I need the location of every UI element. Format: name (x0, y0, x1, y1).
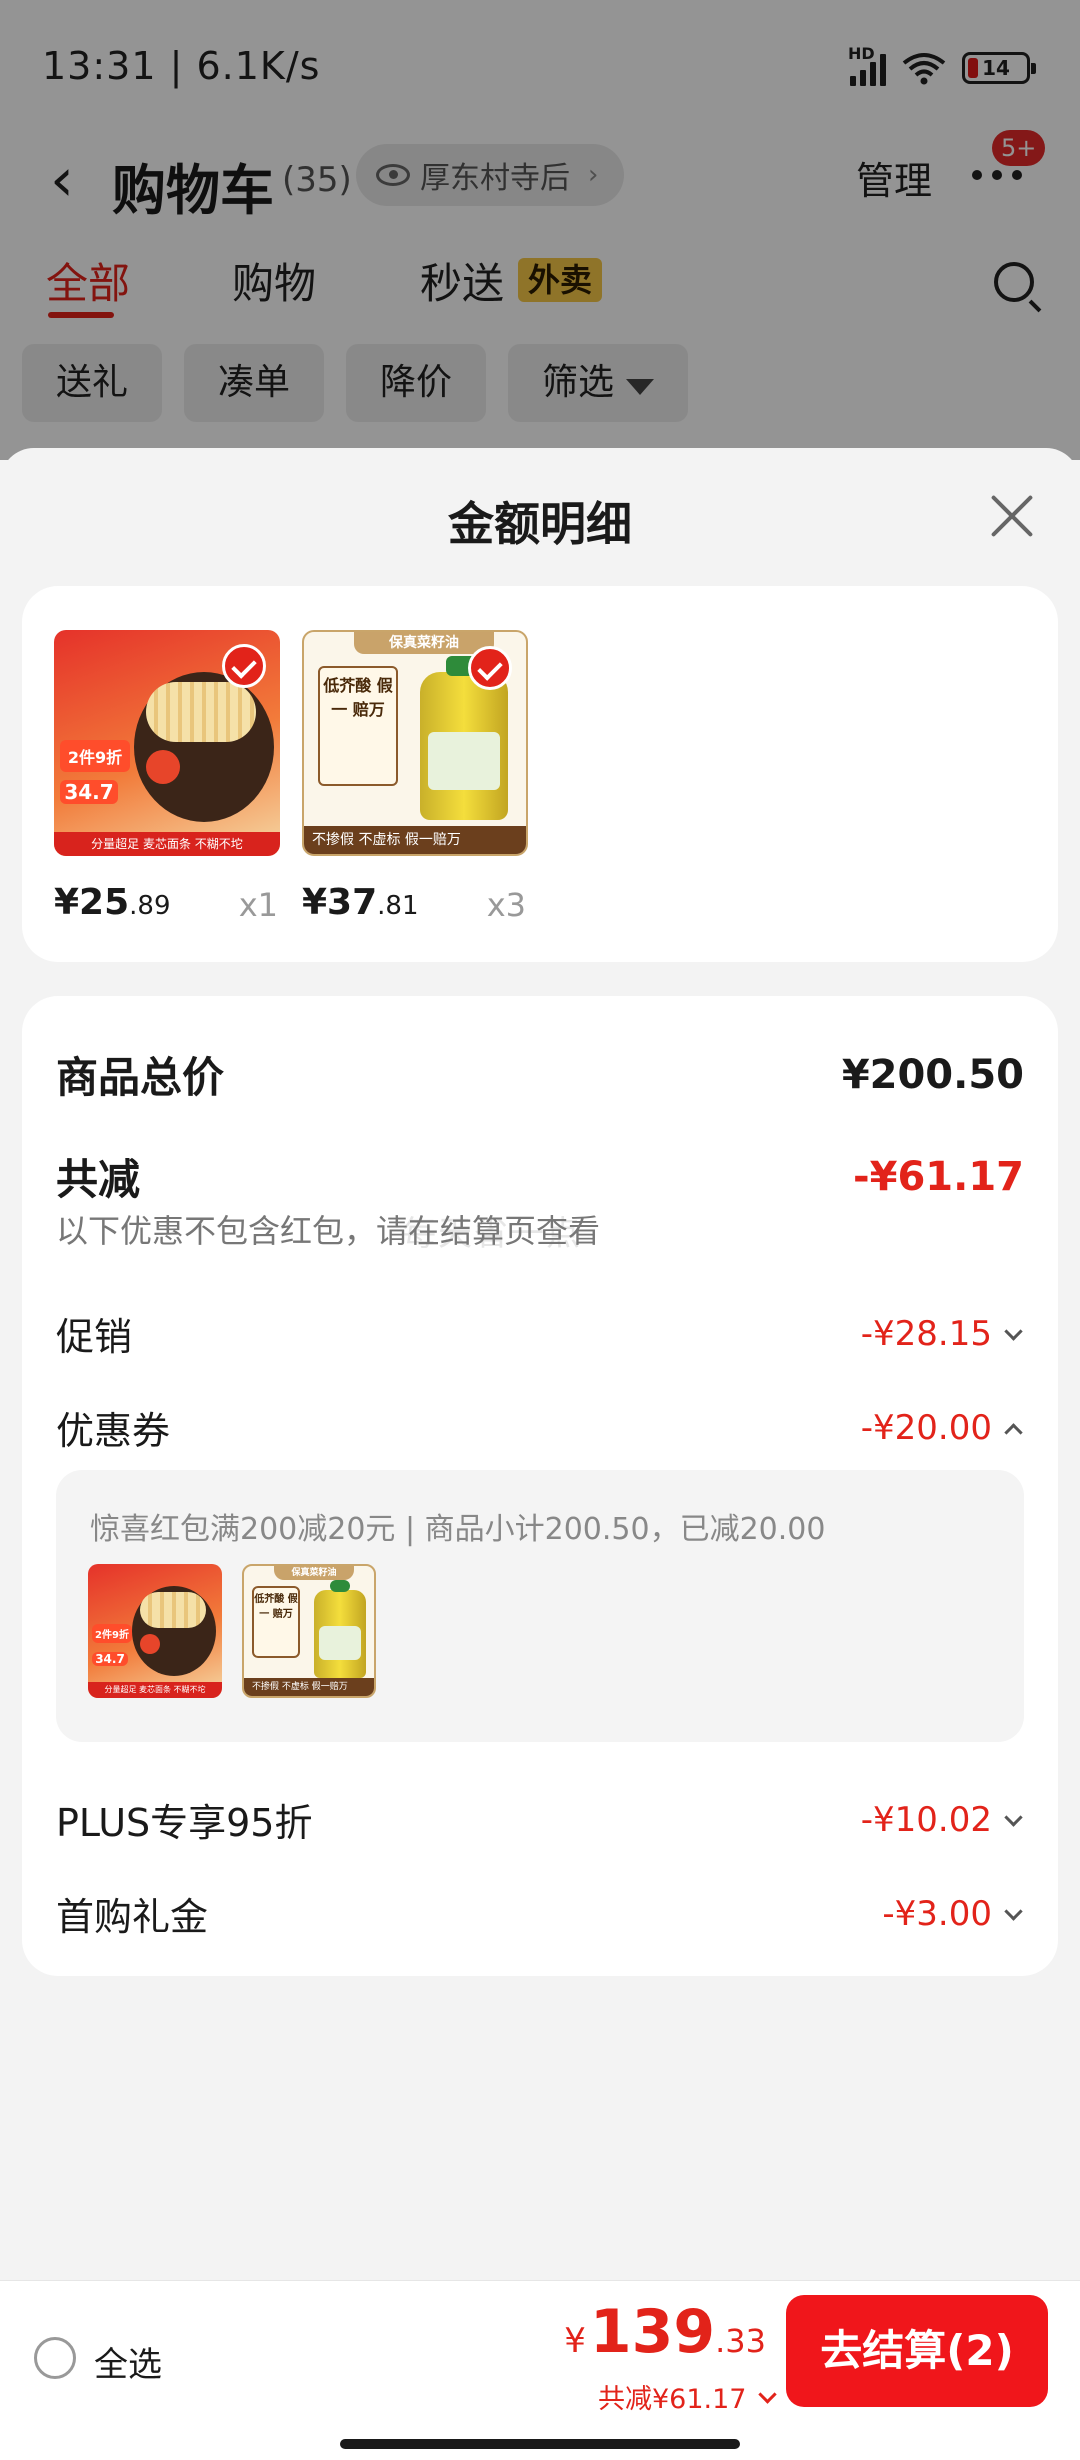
total-decimal: .33 (715, 2322, 766, 2360)
product-stamp: 低芥酸 假一 赔万 (252, 1586, 300, 1658)
chevron-down-icon (1002, 1903, 1024, 1925)
first-purchase-value: -¥3.00 (882, 1893, 992, 1934)
total-reduction-row: 共减 -¥61.17 (56, 1146, 1024, 1207)
total-price-label: 商品总价 (56, 1053, 225, 1102)
product-tag: 2件9折 (60, 740, 130, 772)
product-quantity: x1 (238, 886, 278, 924)
product-image-footer: 不掺假 不虚标 假一赔万 (304, 826, 526, 854)
check-icon (222, 644, 266, 688)
sheet-title: 金额明细 (448, 497, 632, 551)
total-reduction-text: 共减¥61.17 (598, 2384, 747, 2415)
chevron-down-icon (1002, 1809, 1024, 1831)
coupon-detail-text: 惊喜红包满200减20元 | 商品小计200.50，已减20.00 (90, 1512, 826, 1547)
product-banner: 保真菜籽油 (274, 1566, 354, 1580)
check-icon (468, 646, 512, 690)
promotion-label: 促销 (56, 1315, 133, 1359)
home-indicator[interactable] (340, 2439, 740, 2449)
promotion-row[interactable]: 促销 -¥28.15 (56, 1306, 1024, 1361)
price-decimal: .89 (129, 891, 171, 921)
product-banner: 保真菜籽油 (354, 632, 494, 654)
product-item[interactable]: 2件9折 34.7 分量超足 麦芯面条 不糊不坨 ¥25 .89 x1 (54, 630, 280, 924)
checkout-bar: 全选 ¥ 139 .33 共减¥61.17 去结算(2) (0, 2280, 1080, 2460)
price-main: ¥37 (302, 882, 378, 923)
product-price-tag: 34.7 (92, 1652, 128, 1666)
total-reduction-value: -¥61.17 (853, 1153, 1024, 1200)
selected-products-card: 2件9折 34.7 分量超足 麦芯面条 不糊不坨 ¥25 .89 x1 保真菜籽… (22, 586, 1058, 962)
total-reduction-toggle[interactable]: 共减¥61.17 (598, 2377, 778, 2416)
product-price-tag: 34.7 (60, 780, 118, 804)
discount-note: 以下优惠不包含红包，请在结算页查看 (56, 1212, 601, 1250)
product-quantity: x3 (486, 886, 526, 924)
product-price: ¥37 .81 x3 (302, 882, 528, 924)
price-main: ¥25 (54, 882, 130, 923)
price-decimal: .81 (377, 891, 419, 921)
product-tag: 2件9折 (92, 1624, 132, 1643)
coupon-row[interactable]: 优惠券 -¥20.00 (56, 1400, 1024, 1455)
product-image-oil: 保真菜籽油 低芥酸 假一 赔万 不掺假 不虚标 假一赔万 (302, 630, 528, 856)
total-price-row: 商品总价 ¥200.50 (56, 1044, 1024, 1105)
total-reduction-label: 共减 (56, 1155, 141, 1204)
total-integer: 139 (589, 2297, 716, 2367)
total-price-value: ¥200.50 (841, 1051, 1024, 1098)
coupon-product-thumb-oil: 保真菜籽油 低芥酸 假一 赔万 不掺假 不虚标 假一赔万 (242, 1564, 376, 1698)
dim-overlay[interactable] (0, 0, 1080, 460)
product-stamp: 低芥酸 假一 赔万 (318, 666, 398, 786)
amount-detail-sheet: 金额明细 2件9折 34.7 分量超足 麦芯面条 不糊不坨 ¥25 .89 x1… (0, 448, 1080, 2280)
product-image-footer: 分量超足 麦芯面条 不糊不坨 (88, 1682, 222, 1698)
promotion-value: -¥28.15 (860, 1313, 992, 1354)
coupon-label: 优惠券 (56, 1409, 171, 1453)
first-purchase-row[interactable]: 首购礼金 -¥3.00 (56, 1886, 1024, 1941)
select-all-radio[interactable] (34, 2337, 76, 2379)
plus-discount-label: PLUS专享95折 (56, 1801, 313, 1845)
coupon-value: -¥20.00 (860, 1407, 992, 1448)
plus-discount-value: -¥10.02 (860, 1799, 992, 1840)
product-image-footer: 不掺假 不虚标 假一赔万 (244, 1678, 374, 1696)
chevron-down-icon (756, 2386, 778, 2408)
checkout-button[interactable]: 去结算(2) (786, 2295, 1048, 2407)
product-item[interactable]: 保真菜籽油 低芥酸 假一 赔万 不掺假 不虚标 假一赔万 ¥37 .81 x3 (302, 630, 528, 924)
currency-symbol: ¥ (564, 2321, 586, 2361)
amount-details-card: 商品总价 ¥200.50 每天省一点 共减 -¥61.17 以下优惠不包含红包，… (22, 996, 1058, 1976)
close-icon[interactable] (988, 492, 1036, 540)
product-image-noodles: 2件9折 34.7 分量超足 麦芯面条 不糊不坨 (54, 630, 280, 856)
chevron-down-icon (1002, 1323, 1024, 1345)
coupon-detail-box: 惊喜红包满200减20元 | 商品小计200.50，已减20.00 2件9折 3… (56, 1470, 1024, 1742)
select-all-label[interactable]: 全选 (94, 2337, 162, 2386)
product-price: ¥25 .89 x1 (54, 882, 280, 924)
coupon-product-thumb-noodles: 2件9折 34.7 分量超足 麦芯面条 不糊不坨 (88, 1564, 222, 1698)
plus-discount-row[interactable]: PLUS专享95折 -¥10.02 (56, 1792, 1024, 1847)
chevron-up-icon (1002, 1417, 1024, 1439)
total-payable: ¥ 139 .33 (564, 2297, 766, 2367)
first-purchase-label: 首购礼金 (56, 1895, 209, 1939)
product-image-footer: 分量超足 麦芯面条 不糊不坨 (54, 832, 280, 856)
